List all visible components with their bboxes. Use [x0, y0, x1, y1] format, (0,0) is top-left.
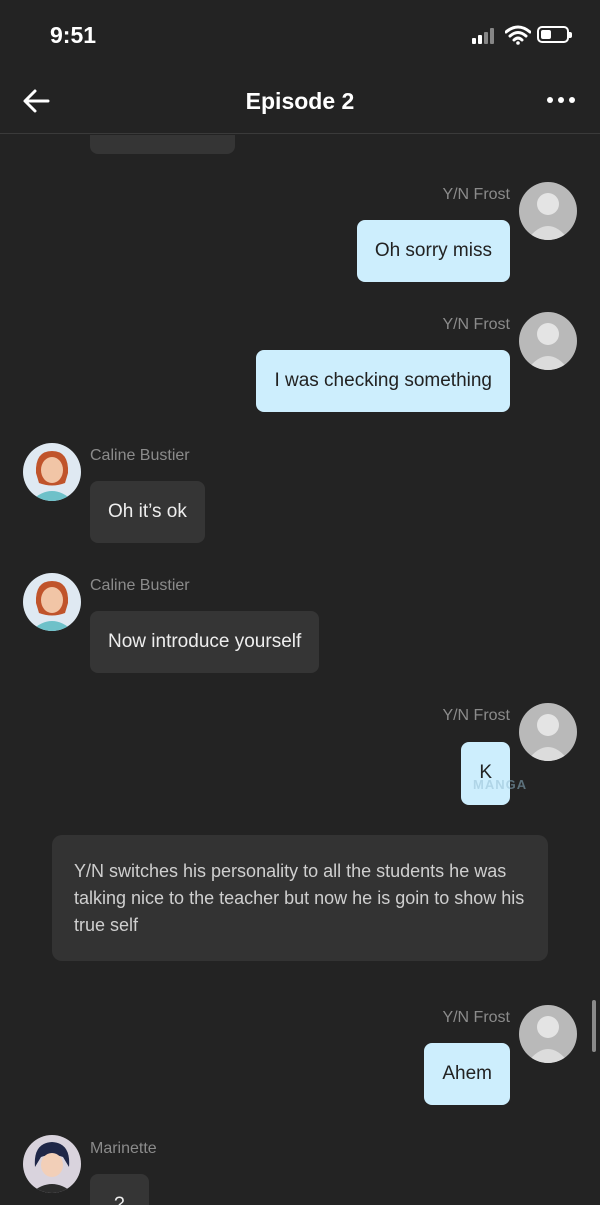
cellular-signal-icon	[472, 28, 500, 44]
sender-name: Y/N Frost	[442, 316, 510, 333]
battery-icon	[537, 26, 572, 43]
user-avatar[interactable]	[519, 182, 577, 240]
top-navigation-bar: Episode 2	[0, 70, 600, 134]
message-bubble: K	[461, 742, 510, 805]
message-bubble: Oh it’s ok	[90, 481, 205, 543]
sender-name: Caline Bustier	[90, 447, 190, 464]
character-avatar[interactable]	[23, 573, 81, 631]
message-bubble: ?	[90, 1174, 149, 1205]
message-bubble: Oh sorry miss	[356, 220, 510, 282]
sender-name: Y/N Frost	[442, 186, 510, 203]
sender-name: Y/N Frost	[442, 1009, 510, 1026]
user-avatar[interactable]	[519, 312, 577, 370]
message-bubble: Ahem	[424, 1043, 510, 1105]
more-options-icon[interactable]	[546, 94, 576, 106]
character-avatar[interactable]	[23, 443, 81, 501]
status-bar: 9:51	[0, 0, 600, 70]
user-avatar[interactable]	[519, 703, 577, 761]
message-bubble: I was checking something	[256, 350, 510, 412]
message-bubble: Now introduce yourself	[90, 611, 320, 673]
status-time: 9:51	[50, 22, 97, 48]
watermark: MANGA	[473, 777, 528, 792]
sender-name: Marinette	[90, 1140, 157, 1157]
chat-transcript[interactable]: Y/N Frost Oh sorry miss Y/N Frost I was …	[0, 135, 600, 1205]
previous-message-bubble	[90, 135, 235, 154]
user-avatar[interactable]	[519, 1005, 577, 1063]
episode-title: Episode 2	[245, 88, 355, 114]
sender-name: Caline Bustier	[90, 577, 190, 594]
wifi-icon	[505, 25, 531, 45]
narration-box: Y/N switches his personality to all the …	[52, 835, 548, 961]
scrollbar[interactable]	[592, 1000, 596, 1052]
character-avatar[interactable]	[23, 1135, 81, 1193]
sender-name: Y/N Frost	[442, 707, 510, 724]
